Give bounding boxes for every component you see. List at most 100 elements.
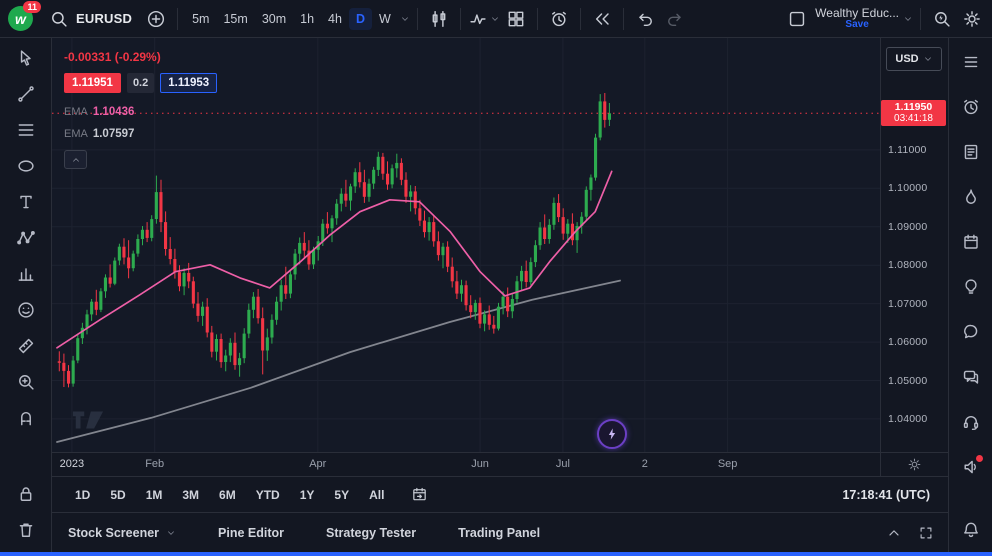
tool-ellipse[interactable]	[14, 154, 38, 178]
alerts-icon	[961, 97, 981, 117]
interval-15m[interactable]: 15m	[216, 8, 254, 30]
range-5D[interactable]: 5D	[101, 484, 134, 506]
time-axis-label: Sep	[708, 458, 748, 470]
account-logo[interactable]: w 11	[8, 6, 33, 31]
separator	[417, 8, 418, 30]
time-axis[interactable]: 2023FebAprJunJul2Sep	[52, 452, 880, 476]
chart-pane[interactable]: -0.00331 (-0.29%) 1.11951 0.2 1.11953 EM…	[52, 38, 880, 452]
topbar-right-cluster: Wealthy Educ... Save	[783, 5, 986, 33]
layout-name-block[interactable]: Wealthy Educ... Save	[815, 7, 899, 30]
panel-watchlist[interactable]	[959, 50, 983, 74]
range-3M[interactable]: 3M	[173, 484, 208, 506]
chart-style-button[interactable]	[425, 5, 453, 33]
tool-magnet[interactable]	[14, 406, 38, 430]
indicators-button[interactable]	[468, 5, 500, 33]
statusbar-trading-panel[interactable]: Trading Panel	[458, 526, 540, 540]
time-axis-labels: 2023FebAprJunJul2Sep	[52, 453, 880, 476]
tool-bottom-group	[14, 482, 38, 542]
plus-icon	[146, 9, 166, 29]
tool-cursor[interactable]	[14, 46, 38, 70]
panel-hotlists[interactable]	[959, 185, 983, 209]
buy-ask-button[interactable]: 1.11953	[160, 73, 217, 93]
range-All[interactable]: All	[360, 484, 393, 506]
range-6M[interactable]: 6M	[210, 484, 245, 506]
panel-support[interactable]	[959, 410, 983, 434]
sell-bid-button[interactable]: 1.11951	[64, 73, 121, 93]
layout-name: Wealthy Educ...	[815, 7, 899, 20]
price-axis[interactable]: USD 1.110001.100001.090001.080001.070001…	[880, 38, 948, 452]
settings-button[interactable]	[958, 5, 986, 33]
ideas-icon	[961, 277, 981, 297]
panel-ideas[interactable]	[959, 275, 983, 299]
tool-text[interactable]	[14, 190, 38, 214]
legend-collapse-button[interactable]	[64, 150, 87, 169]
maximize-icon[interactable]	[918, 525, 934, 541]
create-alert-button[interactable]	[545, 5, 573, 33]
symbol-name: EURUSD	[76, 11, 132, 26]
ema-fast-legend[interactable]: EMA1.10436	[64, 106, 217, 118]
range-5Y[interactable]: 5Y	[325, 484, 358, 506]
panel-alerts[interactable]	[959, 95, 983, 119]
gear-icon[interactable]	[907, 457, 922, 472]
chevron-down-icon[interactable]	[400, 14, 410, 24]
tool-lock[interactable]	[14, 482, 38, 506]
interval-5m[interactable]: 5m	[185, 8, 216, 30]
panel-bell[interactable]	[959, 518, 983, 542]
tool-fib-retracement[interactable]	[14, 118, 38, 142]
range-1Y[interactable]: 1Y	[291, 484, 324, 506]
panel-calendar[interactable]	[959, 230, 983, 254]
separator	[920, 8, 921, 30]
quick-search-button[interactable]	[928, 5, 956, 33]
right-panel-rail	[948, 38, 992, 552]
interval-4h[interactable]: 4h	[321, 8, 349, 30]
tool-zoom-in[interactable]	[14, 370, 38, 394]
range-1D[interactable]: 1D	[66, 484, 99, 506]
statusbar-strategy-tester[interactable]: Strategy Tester	[326, 526, 416, 540]
tool-xabcd-pattern[interactable]	[14, 226, 38, 250]
chevron-down-icon[interactable]	[903, 14, 913, 24]
statusbar-pine-editor[interactable]: Pine Editor	[218, 526, 284, 540]
ema-slow-legend[interactable]: EMA1.07597	[64, 128, 217, 140]
panel-news[interactable]	[959, 140, 983, 164]
spark-icon[interactable]	[597, 419, 627, 449]
interval-1h[interactable]: 1h	[293, 8, 321, 30]
interval-30m[interactable]: 30m	[255, 8, 293, 30]
ellipse-icon	[16, 156, 36, 176]
bar-replay-button[interactable]	[588, 5, 616, 33]
grid-layout-button[interactable]	[502, 5, 530, 33]
range-buttons: 1D5D1M3M6MYTD1Y5YAll	[66, 484, 393, 506]
tool-forecast[interactable]	[14, 262, 38, 286]
statusbar-stock-screener[interactable]: Stock Screener	[68, 526, 176, 540]
spread-value: 0.2	[127, 73, 154, 93]
redo-button[interactable]	[661, 5, 689, 33]
layout-select-button[interactable]	[783, 5, 811, 33]
tool-trend-line[interactable]	[14, 82, 38, 106]
price-axis-label: 1.07000	[888, 298, 927, 310]
time-axis-label: Jun	[460, 458, 500, 470]
tool-trash[interactable]	[14, 518, 38, 542]
range-1M[interactable]: 1M	[137, 484, 172, 506]
compare-add-symbol-button[interactable]	[142, 5, 170, 33]
symbol-search-button[interactable]: EURUSD	[41, 5, 140, 33]
clock-utc[interactable]: 17:18:41 (UTC)	[842, 488, 930, 502]
interval-D[interactable]: D	[349, 8, 372, 30]
grid-layout-icon	[506, 9, 526, 29]
interval-W[interactable]: W	[372, 8, 398, 30]
panel-whats-new[interactable]	[959, 455, 983, 479]
quick-search-icon	[932, 9, 952, 29]
support-icon	[961, 412, 981, 432]
time-axis-label: Apr	[298, 458, 338, 470]
go-to-date-button[interactable]	[405, 481, 433, 509]
panel-chat[interactable]	[959, 320, 983, 344]
last-price-value: 1.11950	[895, 101, 932, 113]
chevron-up-icon[interactable]	[886, 525, 902, 541]
tool-emoji[interactable]	[14, 298, 38, 322]
save-button[interactable]: Save	[845, 20, 868, 31]
tool-measure[interactable]	[14, 334, 38, 358]
range-YTD[interactable]: YTD	[247, 484, 289, 506]
panel-messages[interactable]	[959, 365, 983, 389]
chart-region: -0.00331 (-0.29%) 1.11951 0.2 1.11953 EM…	[52, 38, 948, 552]
status-items: Stock Screener Pine Editor Strategy Tester…	[68, 526, 540, 540]
separator	[460, 8, 461, 30]
undo-button[interactable]	[631, 5, 659, 33]
